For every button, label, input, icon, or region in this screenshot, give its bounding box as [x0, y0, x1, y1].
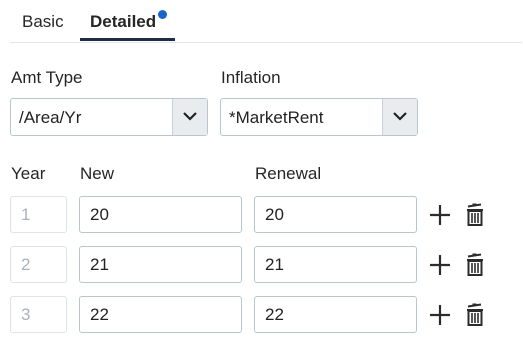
- year-column-header: Year: [11, 164, 46, 183]
- renewal-rate-input[interactable]: [254, 196, 417, 233]
- new-column-header: New: [80, 164, 115, 183]
- year-field: [10, 196, 67, 233]
- amt-type-dropdown-button[interactable]: [172, 99, 207, 135]
- inflation-value: *MarketRent: [229, 108, 324, 127]
- trash-icon[interactable]: [465, 303, 485, 326]
- chevron-down-icon: [183, 112, 197, 121]
- trash-icon[interactable]: [465, 203, 485, 226]
- notification-dot: [158, 10, 167, 19]
- amt-type-label: Amt Type: [11, 68, 83, 87]
- year-field: [10, 246, 67, 283]
- tab-bar: Basic Detailed: [10, 0, 522, 43]
- renewal-column-header: Renewal: [255, 164, 322, 183]
- renewal-rate-input[interactable]: [254, 246, 417, 283]
- chevron-down-icon: [393, 112, 407, 121]
- amt-type-value: /Area/Yr: [19, 108, 82, 127]
- plus-icon[interactable]: [429, 204, 451, 226]
- new-rate-input[interactable]: [79, 196, 242, 233]
- inflation-dropdown-button[interactable]: [382, 99, 417, 135]
- new-rate-input[interactable]: [79, 246, 242, 283]
- inflation-select[interactable]: *MarketRent: [220, 98, 418, 136]
- plus-icon[interactable]: [429, 254, 451, 276]
- tab-detailed[interactable]: Detailed: [90, 0, 156, 41]
- plus-icon[interactable]: [429, 304, 451, 326]
- year-field: [10, 296, 67, 333]
- active-tab-indicator: [80, 38, 175, 41]
- trash-icon[interactable]: [465, 253, 485, 276]
- renewal-rate-input[interactable]: [254, 296, 417, 333]
- tab-basic[interactable]: Basic: [22, 0, 64, 41]
- inflation-label: Inflation: [221, 68, 281, 87]
- new-rate-input[interactable]: [79, 296, 242, 333]
- amt-type-select[interactable]: /Area/Yr: [10, 98, 208, 136]
